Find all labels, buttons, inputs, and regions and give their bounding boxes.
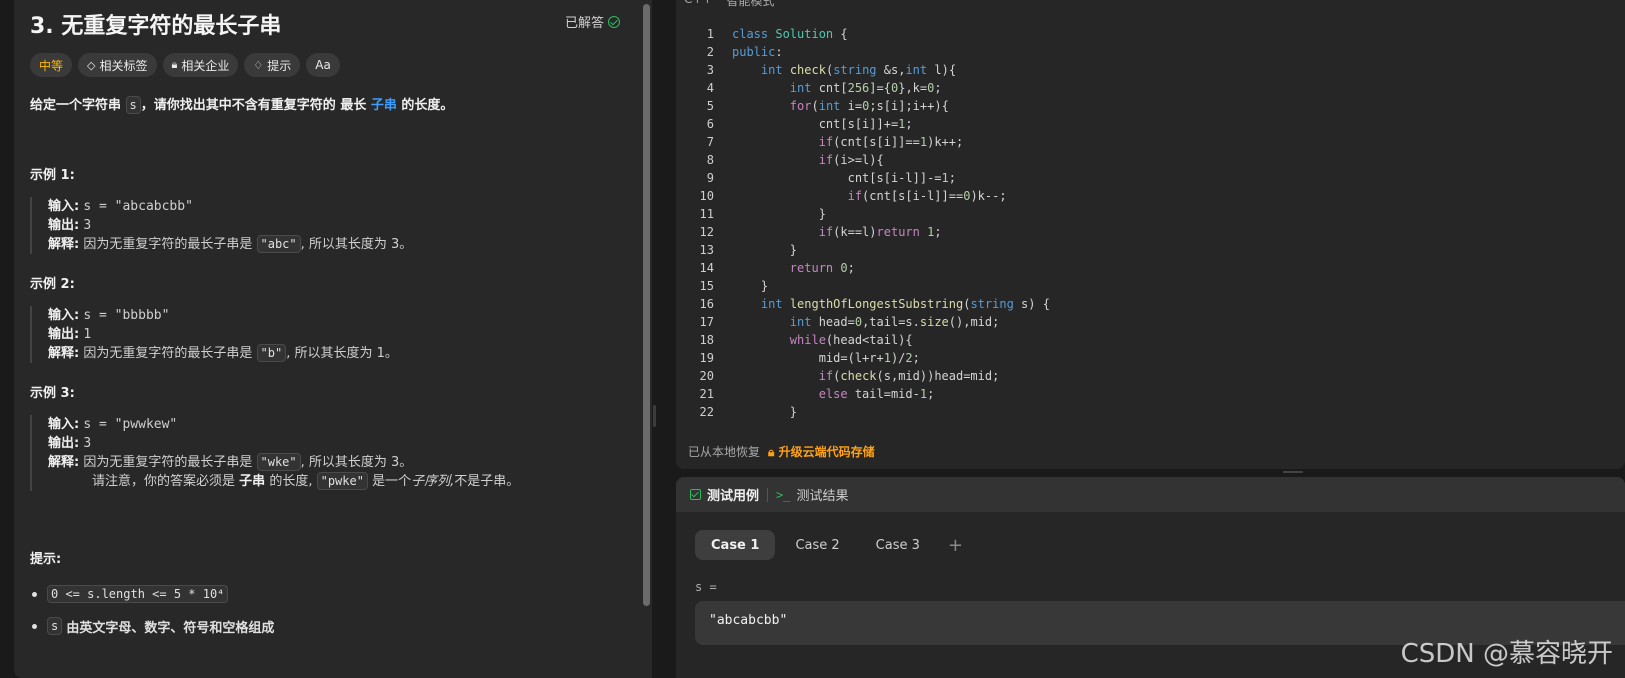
hints-title: 提示: [30,552,62,567]
terminal-icon: >_ [776,487,791,502]
solved-status: 已解答 [565,12,620,31]
code-editor[interactable]: C++ 智能模式 1class Solution { 2public: 3 in… [676,0,1625,469]
case-tabs: Case 1 Case 2 Case 3 + [695,530,971,560]
test-panel: 测试用例 >_ 测试结果 Case 1 Case 2 Case 3 + s = … [676,477,1625,678]
tag-bar: 中等 ◇ 相关标签 🔒︎ 相关企业 ♢ 提示 Aa [30,53,340,77]
vertical-resize-handle[interactable] [1283,471,1303,473]
add-case-icon[interactable]: + [940,535,971,556]
example-3-title: 示例 3: [30,386,75,401]
difficulty-tag[interactable]: 中等 [30,53,73,77]
check-circle-icon [608,15,620,28]
editor-topbar: C++ 智能模式 [684,0,775,9]
lock-icon: 🔒︎ [768,445,775,459]
case-tab-1[interactable]: Case 1 [695,530,776,560]
tag-icon: ◇ [87,58,96,72]
case-tab-2[interactable]: Case 2 [779,530,855,560]
panel-divider[interactable] [652,0,658,678]
problem-panel: 3. 无重复字符的最长子串 已解答 中等 ◇ 相关标签 🔒︎ 相关企业 ♢ 提示 Aa… [14,0,652,678]
upgrade-storage-link[interactable]: 🔒︎ 升级云端代码存储 [768,443,875,460]
variable-label: s = [695,580,717,594]
example-2-title: 示例 2: [30,277,75,292]
watermark: CSDN @慕容晓开 [1400,639,1613,669]
example-1-block: 输入: s = "abcabcbb" 输出: 3 解释: 因为无重复字符的最长子… [30,197,412,254]
tab-testcases[interactable]: 测试用例 [690,485,759,504]
lock-icon: 🔒︎ [171,58,178,71]
problem-description: 给定一个字符串 s ，请你找出其中不含有重复字符的 最长 子串 的长度。 [30,96,454,114]
related-tags-button[interactable]: ◇ 相关标签 [78,53,157,77]
checkbox-icon [690,489,701,500]
problem-title: 3. 无重复字符的最长子串 [30,14,282,39]
substring-link[interactable]: 子串 [371,98,397,113]
smart-mode-toggle[interactable]: 智能模式 [727,0,775,9]
example-1-title: 示例 1: [30,168,75,183]
restore-status: 已从本地恢复 🔒︎ 升级云端代码存储 [688,443,875,460]
test-header: 测试用例 >_ 测试结果 [676,477,1625,512]
translate-icon: Aa [315,58,331,72]
panel-resize-handle[interactable] [653,405,656,427]
hint-button[interactable]: ♢ 提示 [244,53,301,77]
translate-button[interactable]: Aa [306,53,340,77]
lightbulb-icon: ♢ [253,58,264,72]
hint-item: 0 <= s.length <= 5 * 10⁴ [30,578,274,610]
code-lines: 1 class Solution { 2 public: 3 int check(s… [699,27,1050,419]
example-3-block: 输入: s = "pwwkew" 输出: 3 解释: 因为无重复字符的最长子串是… [30,415,519,491]
restored-label: 已从本地恢复 [688,445,761,459]
case-tab-3[interactable]: Case 3 [860,530,936,560]
hint-item: s 由英文字母、数字、符号和空格组成 [30,610,274,642]
solved-label: 已解答 [564,16,604,31]
language-select[interactable]: C++ [684,0,713,9]
hints-list: 0 <= s.length <= 5 * 10⁴ s 由英文字母、数字、符号和空… [30,578,274,642]
related-companies-button[interactable]: 🔒︎ 相关企业 [162,53,239,77]
description-scrollbar-thumb[interactable] [643,4,650,606]
tab-test-results[interactable]: >_ 测试结果 [776,485,848,505]
example-2-block: 输入: s = "bbbbb" 输出: 1 解释: 因为无重复字符的最长子串是 … [30,306,398,363]
